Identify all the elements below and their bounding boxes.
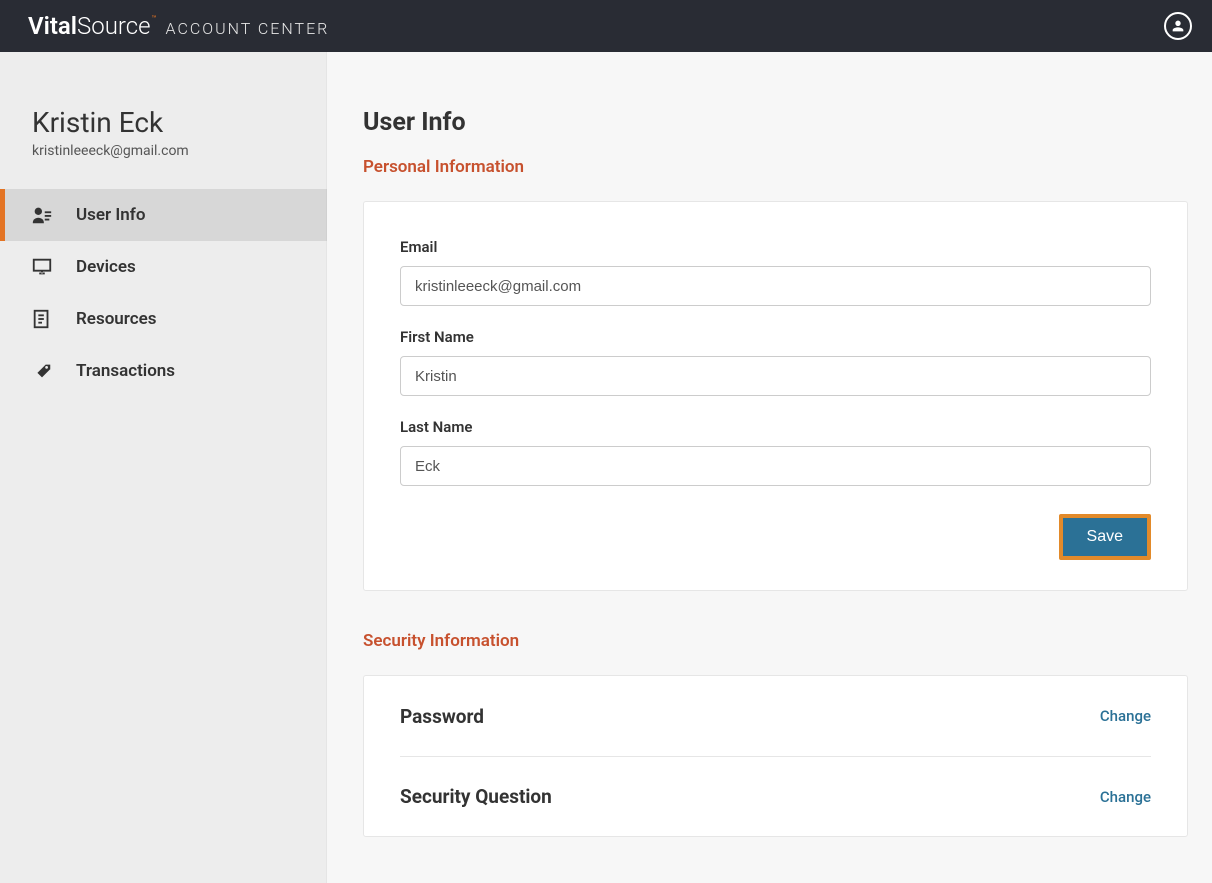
change-question-link[interactable]: Change [1100,788,1151,806]
brand-sub: ACCOUNT CENTER [166,19,330,38]
brand-vital: Vital [28,12,77,40]
main-content: User Info Personal Information Email Fir… [327,52,1212,883]
sidebar: Kristin Eck kristinleeeck@gmail.com User… [0,52,327,883]
sidebar-item-devices[interactable]: Devices [0,241,327,293]
page-title: User Info [363,108,1188,137]
form-group-email: Email [400,238,1151,306]
last-name-input[interactable] [400,446,1151,486]
personal-info-card: Email First Name Last Name Save [363,201,1188,591]
save-highlight: Save [1059,514,1151,560]
save-button[interactable]: Save [1063,518,1147,556]
security-row-question: Security Question Change [400,756,1151,836]
password-label: Password [400,705,484,728]
resources-icon [30,308,54,330]
brand-source: Source [77,12,151,40]
devices-icon [30,256,54,278]
sidebar-user-block: Kristin Eck kristinleeeck@gmail.com [0,106,327,189]
email-input[interactable] [400,266,1151,306]
brand-logo: VitalSource™ [28,12,156,40]
sidebar-item-user-info[interactable]: User Info [0,189,327,241]
transactions-icon [30,360,54,382]
sidebar-item-label: User Info [76,205,145,225]
first-name-label: First Name [400,328,1151,346]
form-group-last-name: Last Name [400,418,1151,486]
security-card: Password Change Security Question Change [363,675,1188,837]
section-personal-title: Personal Information [363,157,1188,177]
section-security-title: Security Information [363,631,1188,651]
sidebar-item-label: Resources [76,309,157,329]
brand: VitalSource™ ACCOUNT CENTER [28,12,329,40]
email-label: Email [400,238,1151,256]
profile-icon[interactable] [1164,12,1192,40]
topbar: VitalSource™ ACCOUNT CENTER [0,0,1212,52]
last-name-label: Last Name [400,418,1151,436]
security-row-password: Password Change [400,676,1151,756]
brand-tm: ™ [152,14,157,23]
change-password-link[interactable]: Change [1100,707,1151,725]
user-info-icon [30,204,54,226]
sidebar-item-resources[interactable]: Resources [0,293,327,345]
first-name-input[interactable] [400,356,1151,396]
form-actions: Save [400,514,1151,560]
form-group-first-name: First Name [400,328,1151,396]
security-question-label: Security Question [400,785,552,808]
sidebar-item-transactions[interactable]: Transactions [0,345,327,397]
sidebar-item-label: Transactions [76,361,175,381]
sidebar-user-email: kristinleeeck@gmail.com [32,143,327,159]
sidebar-item-label: Devices [76,257,136,277]
sidebar-user-name: Kristin Eck [32,106,327,139]
